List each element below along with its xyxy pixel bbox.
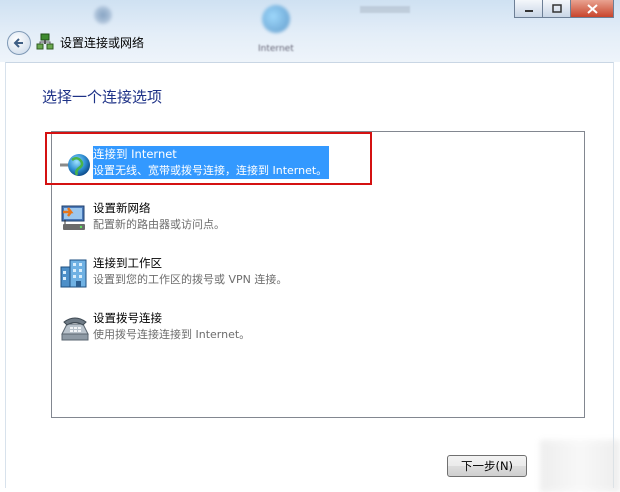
blurred-network-icon xyxy=(94,6,112,24)
title-bar: Internet 设置连接或网络 xyxy=(0,0,620,62)
option-description: 设置到您的工作区的拨号或 VPN 连接。 xyxy=(93,273,288,286)
option-description: 配置新的路由器或访问点。 xyxy=(93,218,225,231)
option-setup-dialup[interactable]: 设置拨号连接 使用拨号连接连接到 Internet。 xyxy=(59,310,559,350)
option-connect-workplace[interactable]: 连接到工作区 设置到您的工作区的拨号或 VPN 连接。 xyxy=(59,255,559,295)
dialup-phone-icon xyxy=(61,317,89,341)
option-title: 设置拨号连接 xyxy=(93,311,162,325)
close-button[interactable] xyxy=(570,0,614,18)
watermark xyxy=(540,440,620,492)
maximize-icon xyxy=(551,4,562,13)
workplace-building-icon xyxy=(60,259,87,288)
blurred-globe-icon xyxy=(262,5,290,33)
option-text: 设置拨号连接 使用拨号连接连接到 Internet。 xyxy=(93,310,250,343)
back-button[interactable] xyxy=(7,31,31,55)
maximize-button[interactable] xyxy=(542,0,571,18)
router-setup-icon xyxy=(61,205,85,230)
window-controls xyxy=(514,0,614,18)
network-setup-icon xyxy=(36,33,54,50)
highlight-annotation-box xyxy=(45,132,372,185)
option-description: 使用拨号连接连接到 Internet。 xyxy=(93,328,251,341)
page-heading: 选择一个连接选项 xyxy=(42,88,163,106)
option-text: 连接到工作区 设置到您的工作区的拨号或 VPN 连接。 xyxy=(93,255,287,288)
back-arrow-icon xyxy=(13,38,23,48)
next-button[interactable]: 下一步(N) xyxy=(447,455,527,477)
option-setup-network[interactable]: 设置新网络 配置新的路由器或访问点。 xyxy=(59,200,559,240)
blurred-icon-label: Internet xyxy=(258,44,294,54)
blurred-toolbar-text xyxy=(360,6,410,13)
close-icon xyxy=(586,3,598,14)
option-title: 设置新网络 xyxy=(93,201,151,215)
window-title: 设置连接或网络 xyxy=(60,36,145,50)
minimize-button[interactable] xyxy=(514,0,543,18)
option-title: 连接到工作区 xyxy=(93,256,162,270)
option-text: 设置新网络 配置新的路由器或访问点。 xyxy=(93,200,225,233)
minimize-icon xyxy=(524,9,533,12)
